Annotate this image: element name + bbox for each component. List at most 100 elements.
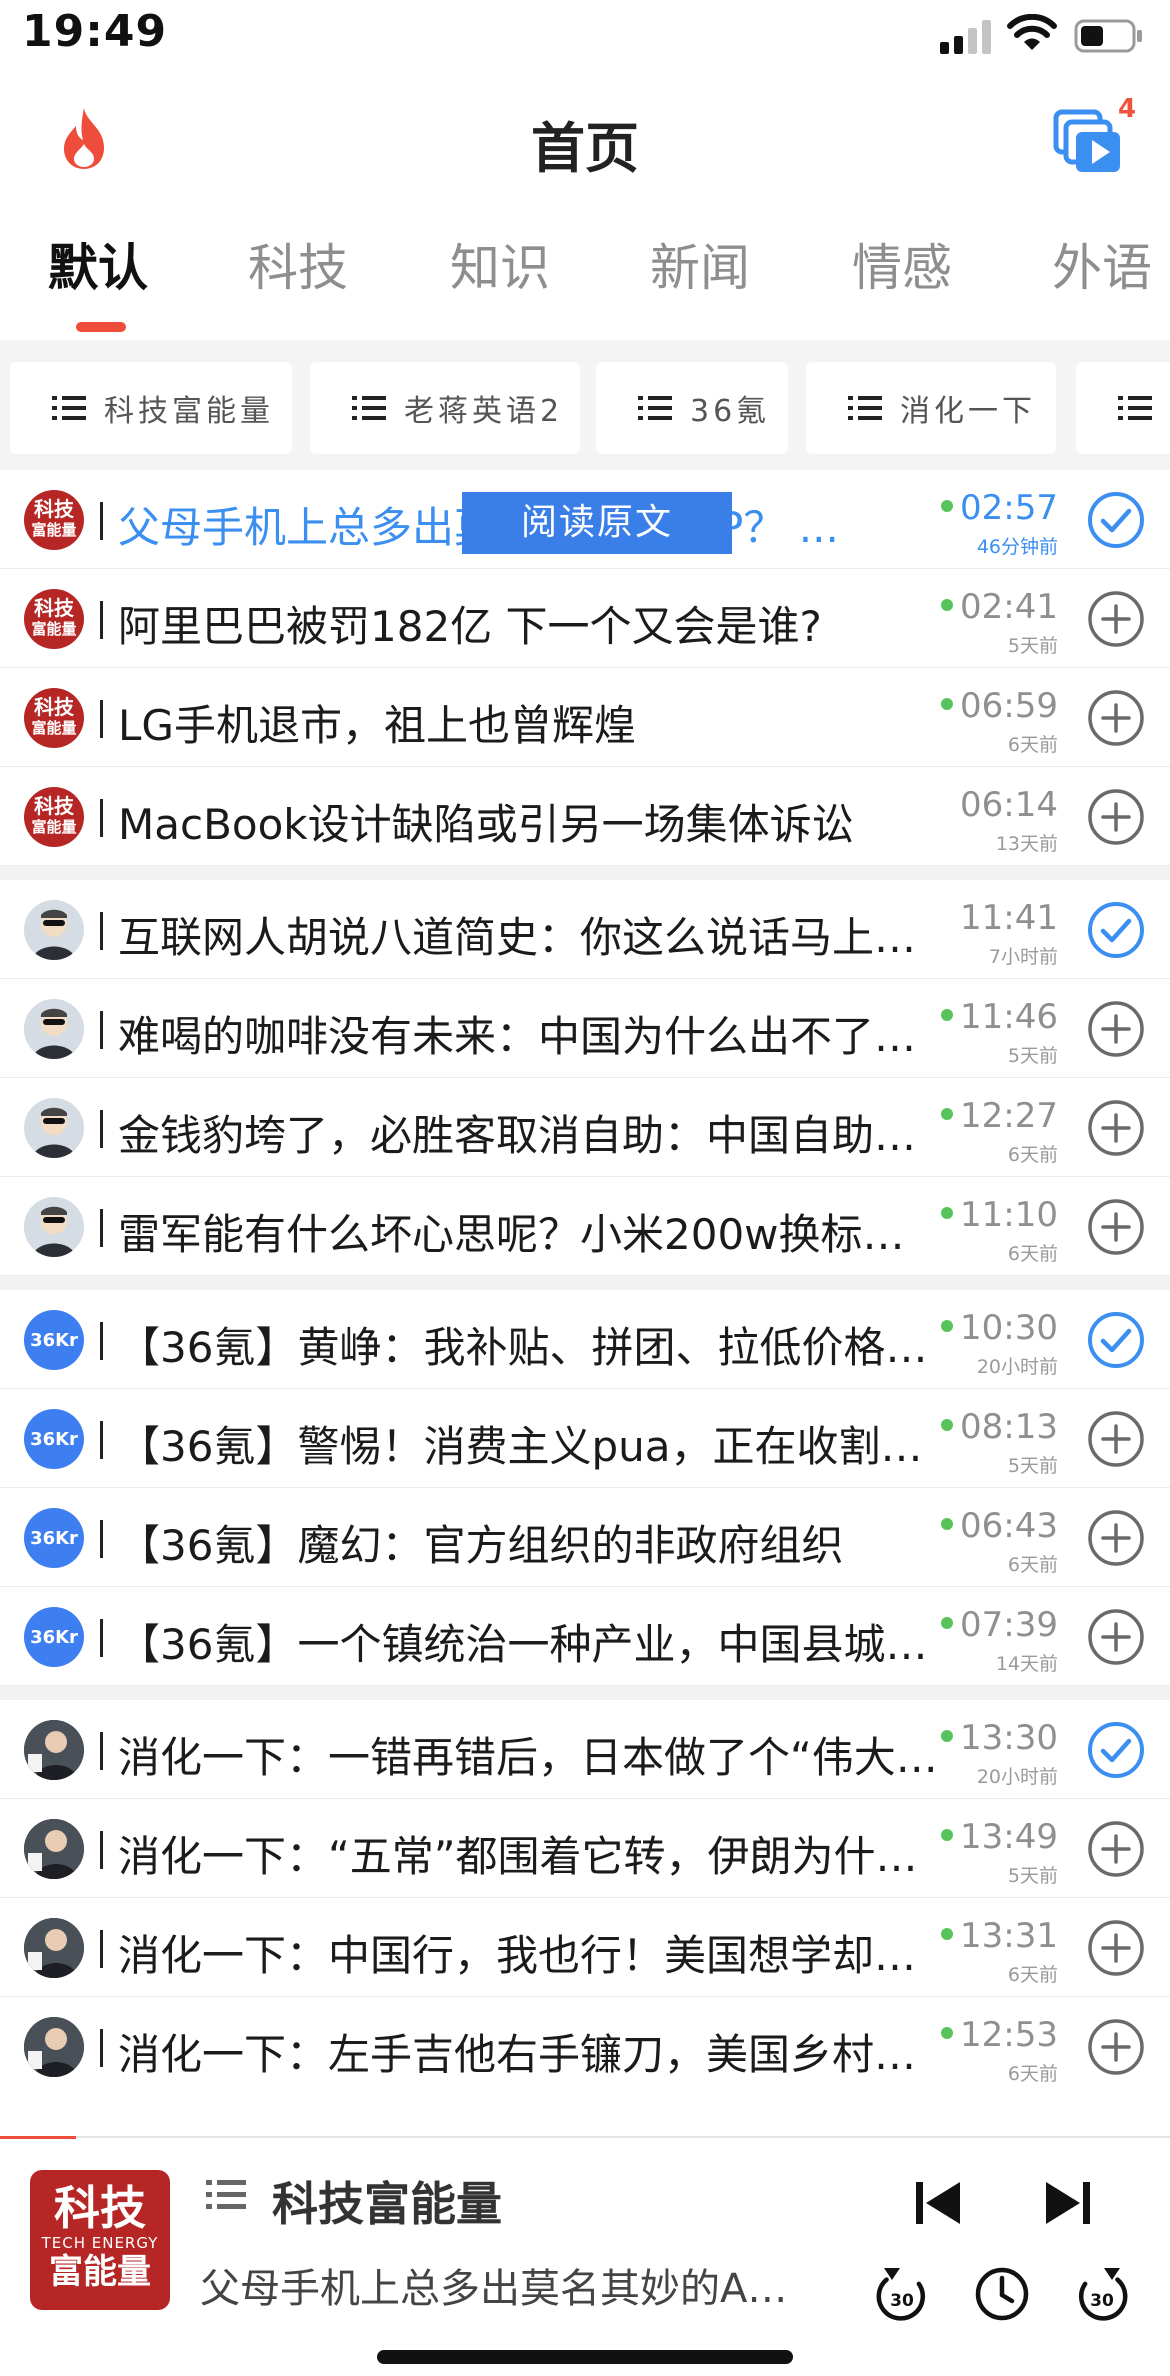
tab-emotion[interactable]: 情感 bbox=[852, 228, 952, 300]
episode-title[interactable]: 【36氪】警惕！消费主义pua，正在收割年轻人 bbox=[118, 1413, 938, 1474]
channel-avatar[interactable]: 科技 富能量 bbox=[24, 589, 84, 649]
chip-channel-1[interactable]: 科技富能量 bbox=[10, 362, 292, 454]
episode-title[interactable]: 金钱豹垮了，必胜客取消自助：中国自助餐的困局 bbox=[118, 1102, 938, 1163]
add-to-queue-icon[interactable] bbox=[1086, 1409, 1146, 1469]
tab-news[interactable]: 新闻 bbox=[650, 228, 750, 300]
episode-row[interactable]: 金钱豹垮了，必胜客取消自助：中国自助餐的困局 12:27 6天前 bbox=[0, 1078, 1170, 1177]
channel-avatar[interactable] bbox=[24, 900, 84, 960]
episode-row[interactable]: 消化一下：“五常”都围着它转，伊朗为什么这么重要 13:49 5天前 bbox=[0, 1799, 1170, 1898]
status-time: 19:49 bbox=[22, 6, 168, 57]
chip-channel-more[interactable] bbox=[1076, 362, 1170, 454]
add-to-queue-icon[interactable] bbox=[1086, 589, 1146, 649]
episode-row[interactable]: 消化一下：中国行，我也行！美国想学却学不来的东西 13:31 6天前 bbox=[0, 1898, 1170, 1997]
add-to-queue-icon[interactable] bbox=[1086, 1098, 1146, 1158]
rewind-30-icon[interactable]: 30 bbox=[874, 2264, 930, 2324]
episode-row[interactable]: 36Kr 【36氪】一个镇统治一种产业，中国县城经济的崛起 07:39 14天前 bbox=[0, 1587, 1170, 1686]
mini-player[interactable]: 科技 TECH ENERGY 富能量 科技富能量 父母手机上总多出莫名其妙的AP… bbox=[0, 2136, 1170, 2376]
channel-avatar[interactable]: 36Kr bbox=[24, 1607, 84, 1667]
person-avatar-icon bbox=[24, 999, 84, 1059]
episode-row[interactable]: 难喝的咖啡没有未来：中国为什么出不了星巴克 11:46 5天前 bbox=[0, 979, 1170, 1078]
play-queue-icon[interactable] bbox=[1052, 102, 1126, 174]
avatar-text: 科技 bbox=[34, 497, 74, 521]
channel-avatar[interactable]: 科技 富能量 bbox=[24, 688, 84, 748]
channel-avatar[interactable]: 36Kr bbox=[24, 1409, 84, 1469]
episode-row[interactable]: 科技 富能量 MacBook设计缺陷或引另一场集体诉讼 06:14 13天前 bbox=[0, 767, 1170, 866]
add-to-queue-icon[interactable] bbox=[1086, 999, 1146, 1059]
add-to-queue-icon[interactable] bbox=[1086, 787, 1146, 847]
episode-title[interactable]: 互联网人胡说八道简史：你这么说话马上就要被开除了 bbox=[118, 904, 938, 965]
episode-row[interactable]: 互联网人胡说八道简史：你这么说话马上就要被开除了 11:41 7小时前 bbox=[0, 880, 1170, 979]
sleep-timer-icon[interactable] bbox=[974, 2266, 1030, 2322]
episode-row[interactable]: 科技 富能量 阿里巴巴被罚182亿 下一个又会是谁? 02:41 5天前 bbox=[0, 569, 1170, 668]
episode-title[interactable]: 消化一下：一错再错后，日本做了个“伟大”的决定 bbox=[118, 1724, 938, 1785]
channel-avatar[interactable] bbox=[24, 1197, 84, 1257]
avatar-text: 富能量 bbox=[31, 719, 77, 737]
channel-avatar[interactable]: 科技 富能量 bbox=[24, 490, 84, 550]
episode-row[interactable]: 36Kr 【36氪】警惕！消费主义pua，正在收割年轻人 08:13 5天前 bbox=[0, 1389, 1170, 1488]
add-to-queue-icon[interactable] bbox=[1086, 1607, 1146, 1667]
channel-avatar[interactable] bbox=[24, 1819, 84, 1879]
add-to-queue-icon[interactable] bbox=[1086, 1819, 1146, 1879]
previous-track-icon[interactable] bbox=[914, 2178, 962, 2228]
episode-row[interactable]: 36Kr 【36氪】黄峥：我补贴、拼团、拉低价格都是为了什么 10:30 20小时前 bbox=[0, 1290, 1170, 1389]
episode-row[interactable]: 雷军能有什么坏心思呢？小米200w换标的秘密 11:10 6天前 bbox=[0, 1177, 1170, 1276]
episode-title[interactable]: 【36氪】一个镇统治一种产业，中国县城经济的崛起 bbox=[118, 1611, 938, 1672]
added-check-icon[interactable] bbox=[1086, 900, 1146, 960]
channel-avatar[interactable]: 科技 富能量 bbox=[24, 787, 84, 847]
playlist-icon[interactable] bbox=[206, 2178, 246, 2212]
episode-title[interactable]: 消化一下：中国行，我也行！美国想学却学不来的东西 bbox=[118, 1922, 938, 1983]
episode-duration: 13:30 bbox=[960, 1718, 1058, 1758]
episode-row[interactable]: 消化一下：一错再错后，日本做了个“伟大”的决定 13:30 20小时前 bbox=[0, 1700, 1170, 1799]
episode-row[interactable]: 科技 富能量 父母手机上总多出莫名其妙的APP？ ... 阅读原文 02:57 46分钟前 bbox=[0, 470, 1170, 569]
forward-30-icon[interactable]: 30 bbox=[1074, 2264, 1130, 2324]
tab-default[interactable]: 默认 bbox=[48, 228, 148, 300]
tab-foreign-language[interactable]: 外语 bbox=[1052, 228, 1152, 300]
new-episode-dot bbox=[941, 698, 953, 710]
episode-row[interactable]: 科技 富能量 LG手机退市，祖上也曾辉煌 06:59 6天前 bbox=[0, 668, 1170, 767]
chip-channel-4[interactable]: 消化一下 bbox=[806, 362, 1056, 454]
add-to-queue-icon[interactable] bbox=[1086, 1197, 1146, 1257]
tab-knowledge[interactable]: 知识 bbox=[450, 228, 550, 300]
episode-row[interactable]: 36Kr 【36氪】魔幻：官方组织的非政府组织 06:43 6天前 bbox=[0, 1488, 1170, 1587]
channel-avatar[interactable] bbox=[24, 2017, 84, 2077]
channel-avatar[interactable] bbox=[24, 1918, 84, 1978]
episode-title[interactable]: 雷军能有什么坏心思呢？小米200w换标的秘密 bbox=[118, 1201, 938, 1262]
episode-title[interactable]: 消化一下：左手吉他右手镰刀，美国乡村音乐的秘密 bbox=[118, 2021, 938, 2082]
episode-published-ago: 6天前 bbox=[1007, 1243, 1058, 1265]
add-to-queue-icon[interactable] bbox=[1086, 2017, 1146, 2077]
new-episode-dot bbox=[941, 599, 953, 611]
episode-title[interactable]: 【36氪】黄峥：我补贴、拼团、拉低价格都是为了什么 bbox=[118, 1314, 938, 1375]
episode-row[interactable]: 消化一下：左手吉他右手镰刀，美国乡村音乐的秘密 12:53 6天前 bbox=[0, 1997, 1170, 2096]
episode-title[interactable]: 【36氪】魔幻：官方组织的非政府组织 bbox=[118, 1512, 938, 1573]
episode-title[interactable]: 阿里巴巴被罚182亿 下一个又会是谁? bbox=[118, 593, 938, 654]
episode-published-ago: 6天前 bbox=[1007, 1554, 1058, 1576]
added-check-icon[interactable] bbox=[1086, 1720, 1146, 1780]
chip-channel-3[interactable]: 36氪 bbox=[596, 362, 788, 454]
channel-avatar[interactable] bbox=[24, 1098, 84, 1158]
playback-progress-bar[interactable] bbox=[0, 2136, 76, 2139]
add-to-queue-icon[interactable] bbox=[1086, 1918, 1146, 1978]
new-episode-dot bbox=[941, 1928, 953, 1940]
episode-published-ago: 20小时前 bbox=[976, 1356, 1058, 1378]
page-title: 首页 bbox=[531, 117, 639, 180]
next-track-icon[interactable] bbox=[1044, 2178, 1092, 2228]
channel-avatar[interactable]: 36Kr bbox=[24, 1508, 84, 1568]
player-cover-art[interactable]: 科技 TECH ENERGY 富能量 bbox=[30, 2170, 170, 2310]
episode-title[interactable]: 消化一下：“五常”都围着它转，伊朗为什么这么重要 bbox=[118, 1823, 938, 1884]
chip-channel-2[interactable]: 老蒋英语2 bbox=[310, 362, 580, 454]
episode-published-ago: 14天前 bbox=[995, 1653, 1058, 1675]
channel-avatar[interactable] bbox=[24, 1720, 84, 1780]
added-check-icon[interactable] bbox=[1086, 490, 1146, 550]
add-to-queue-icon[interactable] bbox=[1086, 1508, 1146, 1568]
player-episode-title: 父母手机上总多出莫名其妙的APP？手机里的流氓软件 bbox=[200, 2266, 810, 2312]
tab-tech[interactable]: 科技 bbox=[248, 228, 348, 300]
add-to-queue-icon[interactable] bbox=[1086, 688, 1146, 748]
channel-avatar[interactable] bbox=[24, 999, 84, 1059]
added-check-icon[interactable] bbox=[1086, 1310, 1146, 1370]
episode-title[interactable]: MacBook设计缺陷或引另一场集体诉讼 bbox=[118, 791, 938, 852]
episode-title[interactable]: 难喝的咖啡没有未来：中国为什么出不了星巴克 bbox=[118, 1003, 938, 1064]
channel-avatar[interactable]: 36Kr bbox=[24, 1310, 84, 1370]
episode-published-ago: 6天前 bbox=[1007, 734, 1058, 756]
read-original-button[interactable]: 阅读原文 bbox=[462, 492, 732, 554]
episode-title[interactable]: LG手机退市，祖上也曾辉煌 bbox=[118, 692, 938, 753]
